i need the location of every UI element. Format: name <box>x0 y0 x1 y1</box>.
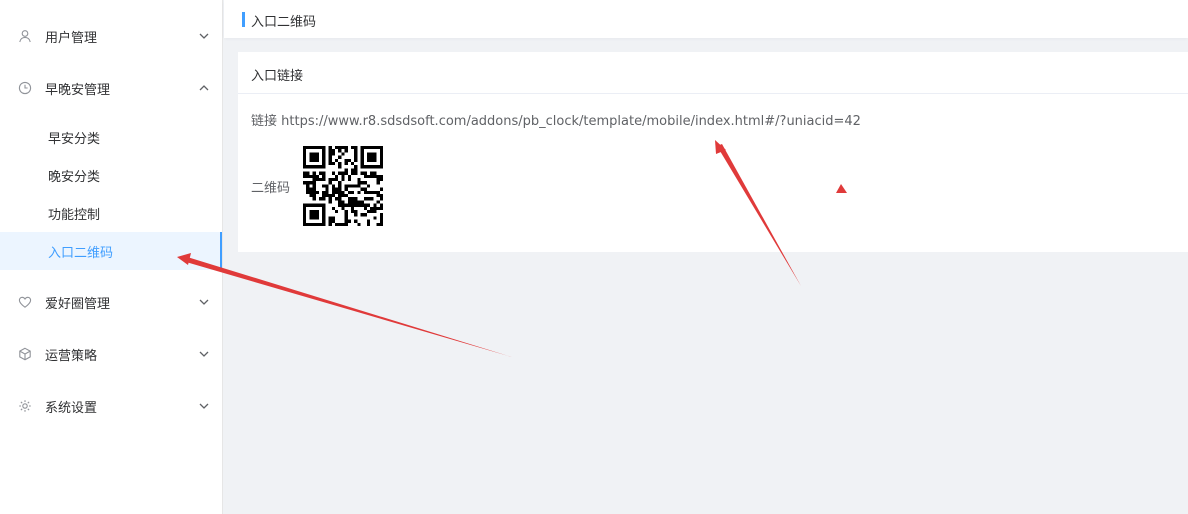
chevron-up-icon <box>199 85 209 91</box>
sidebar-item-feature-control[interactable]: 功能控制 <box>0 194 222 232</box>
sidebar-item-label: 晚安分类 <box>48 169 101 185</box>
clock-icon <box>18 81 32 95</box>
gear-icon <box>19 400 31 412</box>
menu-group-label: 系统设置 <box>45 400 98 416</box>
qr-code-image <box>303 146 383 226</box>
entry-link-card: 入口链接 链接 https://www.r8.sdsdsoft.com/addo… <box>238 52 1188 252</box>
menu-group-system-settings[interactable]: 系统设置 <box>0 380 222 432</box>
link-row: 链接 https://www.r8.sdsdsoft.com/addons/pb… <box>251 110 861 129</box>
chevron-down-icon <box>199 403 209 409</box>
cube-icon <box>19 347 31 361</box>
sidebar-item-night-category[interactable]: 晚安分类 <box>0 156 222 194</box>
chevron-down-icon <box>199 33 209 39</box>
link-url[interactable]: https://www.r8.sdsdsoft.com/addons/pb_cl… <box>281 114 861 129</box>
menu-group-hobby-circle[interactable]: 爱好圈管理 <box>0 276 222 328</box>
heart-icon <box>18 296 32 308</box>
chevron-down-icon <box>199 351 209 357</box>
menu-group-label: 早晚安管理 <box>45 82 111 98</box>
sidebar-item-entry-qrcode[interactable]: 入口二维码 <box>0 232 222 270</box>
chevron-down-icon <box>199 299 209 305</box>
annotation-arrow-sidebar <box>184 256 512 357</box>
sidebar-item-label: 早安分类 <box>48 131 101 147</box>
sidebar-item-morning-category[interactable]: 早安分类 <box>0 118 222 156</box>
qr-label: 二维码 <box>251 181 291 196</box>
page-header: 入口二维码 <box>224 0 1188 38</box>
title-marker <box>242 12 245 27</box>
card-title: 入口链接 <box>251 69 304 84</box>
sidebar: 用户管理 早晚安管理 早安分类 晚安分类 功能控制 入口二维码 爱好圈管理 运营… <box>0 0 223 514</box>
menu-group-operations[interactable]: 运营策略 <box>0 328 222 380</box>
menu-group-morning-night[interactable]: 早晚安管理 <box>0 62 222 114</box>
menu-group-user-management[interactable]: 用户管理 <box>0 10 222 62</box>
sidebar-item-label: 功能控制 <box>48 207 101 223</box>
sidebar-item-label: 入口二维码 <box>48 245 114 261</box>
menu-group-label: 用户管理 <box>45 30 98 46</box>
link-label: 链接 <box>251 114 278 129</box>
page-title: 入口二维码 <box>251 15 317 30</box>
user-icon <box>19 30 31 43</box>
menu-group-label: 爱好圈管理 <box>45 296 111 312</box>
menu-group-label: 运营策略 <box>45 348 98 364</box>
card-header: 入口链接 <box>238 52 1188 94</box>
